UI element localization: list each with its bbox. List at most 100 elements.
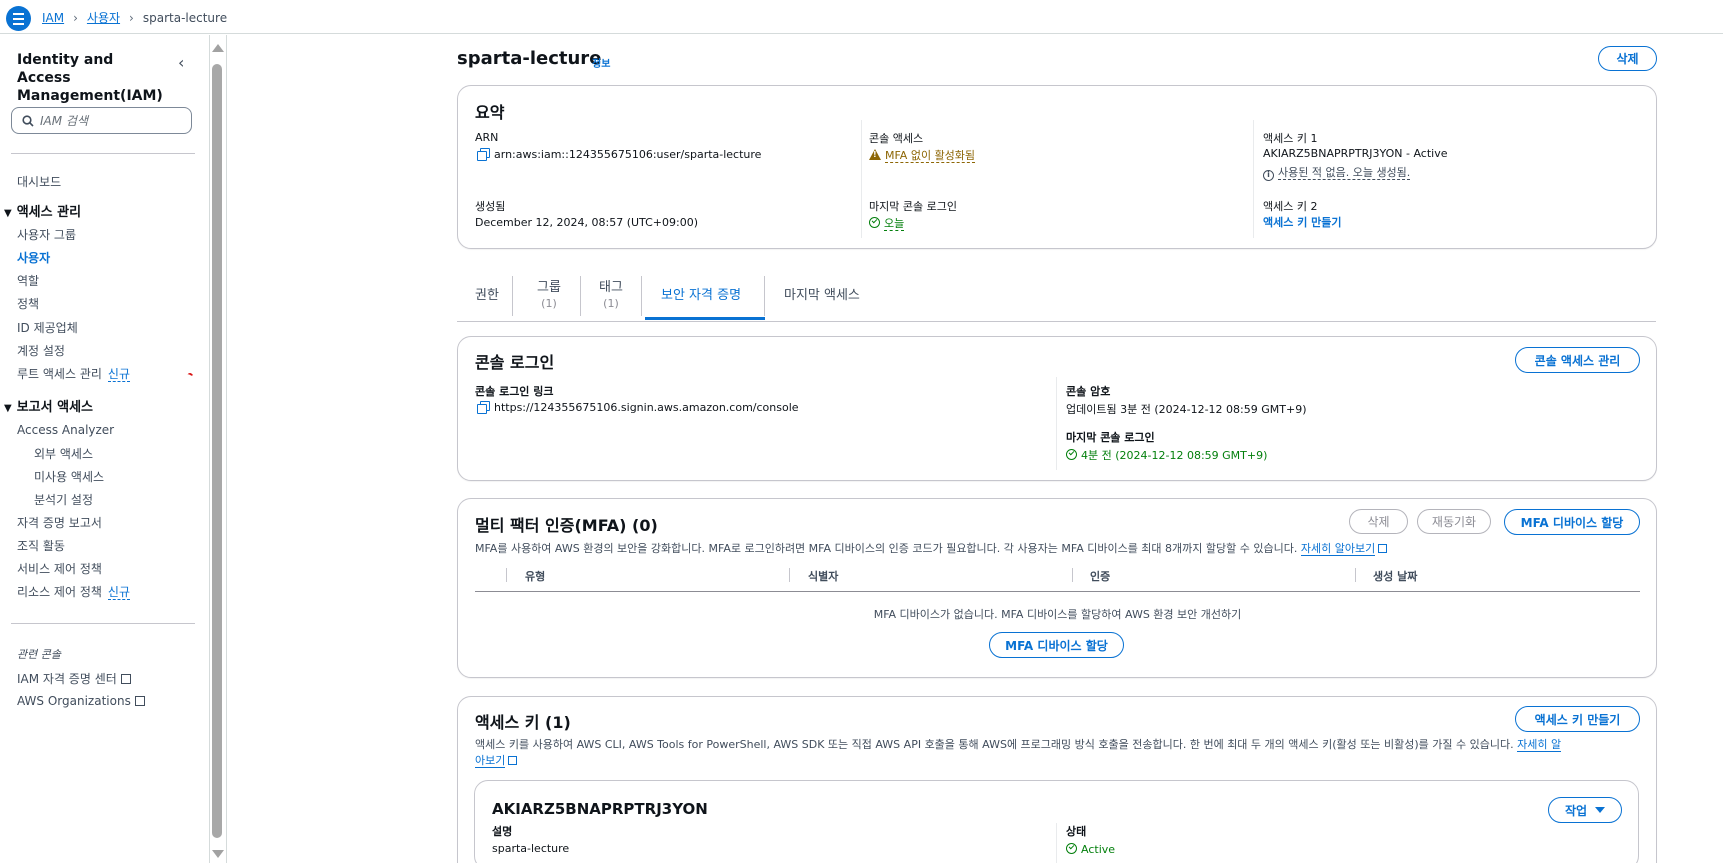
console-access-label: 콘솔 액세스 (869, 132, 924, 145)
scroll-thumb[interactable] (212, 64, 222, 838)
active-tab-indicator (645, 317, 765, 320)
sidebar-item-org-activity[interactable]: 조직 활동 (17, 537, 65, 554)
sidebar-item-rcp[interactable]: 리소스 제어 정책 신규 (17, 583, 131, 600)
tab-permissions[interactable]: 권한 (475, 284, 499, 303)
breadcrumb-users[interactable]: 사용자 (87, 9, 120, 26)
breadcrumb-iam[interactable]: IAM (42, 11, 64, 25)
divider (11, 623, 195, 624)
access-key-id: AKIARZ5BNAPRPTRJ3YON (492, 800, 708, 818)
manage-console-access-button[interactable]: 콘솔 액세스 관리 (1515, 347, 1640, 373)
sidebar-scrollbar[interactable] (210, 44, 224, 862)
menu-icon[interactable] (6, 6, 31, 31)
sidebar-item-policies[interactable]: 정책 (17, 295, 39, 312)
mfa-empty-state: MFA 디바이스가 없습니다. MFA 디바이스를 할당하여 AWS 환경 보안… (873, 608, 1242, 621)
info-circle-icon: i (1263, 170, 1274, 181)
scroll-down-icon[interactable] (212, 850, 224, 858)
sidebar-item-account-settings[interactable]: 계정 설정 (17, 342, 65, 359)
divider (580, 276, 581, 316)
sidebar-item-credential-report[interactable]: 자격 증명 보고서 (17, 514, 102, 531)
scroll-up-icon[interactable] (212, 44, 224, 52)
tab-tags[interactable]: 태그 (1) (599, 276, 623, 310)
sidebar-search-input[interactable] (40, 113, 180, 128)
console-link-value: https://124355675106.signin.aws.amazon.c… (477, 400, 799, 414)
assign-mfa-empty-button[interactable]: MFA 디바이스 할당 (989, 632, 1124, 658)
sidebar-item-organizations[interactable]: AWS Organizations (17, 694, 145, 708)
divider (1253, 120, 1254, 238)
new-badge: 신규 (107, 367, 131, 382)
warning-icon (869, 149, 881, 160)
column-identifier[interactable]: 식별자 (808, 568, 838, 584)
sidebar-search[interactable] (11, 107, 192, 134)
column-certification[interactable]: 인증 (1090, 568, 1110, 584)
arn-value: arn:aws:iam::124355675106:user/sparta-le… (477, 147, 761, 161)
sidebar-item-unused-access[interactable]: 미사용 액세스 (34, 468, 104, 485)
sidebar-item-external-access[interactable]: 외부 액세스 (34, 445, 93, 462)
sidebar-section-reports[interactable]: ▼ 보고서 액세스 (4, 396, 93, 415)
copy-icon[interactable] (477, 148, 490, 161)
sidebar-item-identity-center[interactable]: IAM 자격 증명 센터 (17, 670, 131, 687)
chevron-right-icon: › (73, 10, 78, 25)
create-access-key-link[interactable]: 액세스 키 만들기 (1263, 214, 1342, 230)
sidebar-item-identity-providers[interactable]: ID 제공업체 (17, 319, 78, 336)
access-key-1-label: 액세스 키 1 (1263, 132, 1318, 145)
new-badge: 신규 (107, 585, 131, 600)
check-circle-icon (1066, 843, 1077, 854)
assign-mfa-button[interactable]: MFA 디바이스 할당 (1504, 509, 1640, 535)
sidebar-item-dashboard[interactable]: 대시보드 (17, 173, 61, 190)
check-circle-icon (869, 217, 880, 228)
sidebar-item-root-access[interactable]: 루트 액세스 관리 신규 (17, 365, 131, 382)
check-circle-icon (1066, 449, 1077, 460)
create-access-key-button[interactable]: 액세스 키 만들기 (1515, 706, 1640, 732)
divider (789, 568, 790, 582)
info-link[interactable]: 정보 (592, 55, 610, 70)
sidebar-item-scp[interactable]: 서비스 제어 정책 (17, 560, 102, 577)
mfa-delete-button[interactable]: 삭제 (1349, 509, 1408, 534)
last-console-login-label: 마지막 콘솔 로그인 (869, 200, 957, 213)
actions-button[interactable]: 작업 (1548, 797, 1622, 823)
tab-last-accessed[interactable]: 마지막 액세스 (784, 284, 860, 303)
delete-user-button[interactable]: 삭제 (1598, 46, 1657, 71)
sidebar-item-roles[interactable]: 역할 (17, 272, 39, 289)
tab-groups[interactable]: 그룹 (1) (537, 276, 561, 310)
key-description-label: 설명 (492, 825, 513, 838)
sidebar-item-users[interactable]: 사용자 (17, 249, 50, 266)
sidebar-item-access-analyzer[interactable]: Access Analyzer (17, 423, 114, 437)
sidebar: Identity and Access Management(IAM) ‹ 대시… (0, 35, 210, 863)
sidebar-section-access[interactable]: ▼ 액세스 관리 (4, 201, 81, 220)
external-link-icon (134, 696, 145, 706)
divider (512, 276, 513, 316)
collapse-sidebar-icon[interactable]: ‹ (178, 53, 184, 72)
last-console-login-value[interactable]: 오늘 (869, 215, 905, 231)
notification-mark-icon (185, 371, 195, 381)
key-status-value: Active (1066, 842, 1115, 856)
caret-down-icon: ▼ (4, 403, 12, 414)
divider (226, 35, 227, 863)
mfa-learn-more-link[interactable]: 자세히 알아보기 (1300, 542, 1376, 556)
tab-security-credentials[interactable]: 보안 자격 증명 (661, 284, 741, 303)
sidebar-item-analyzer-settings[interactable]: 분석기 설정 (34, 491, 93, 508)
external-link-icon (120, 674, 131, 684)
page-title: sparta-lecture (457, 48, 602, 69)
access-key-2-label: 액세스 키 2 (1263, 200, 1318, 213)
external-link-icon (508, 756, 518, 765)
top-bar: IAM › 사용자 › sparta-lecture (0, 0, 1723, 34)
console-password-value: 업데이트됨 3분 전 (2024-12-12 08:59 GMT+9) (1066, 403, 1307, 416)
divider (1355, 568, 1356, 582)
search-icon (22, 114, 34, 127)
console-login-title: 콘솔 로그인 (475, 353, 555, 372)
caret-down-icon (1595, 807, 1606, 813)
sidebar-item-user-groups[interactable]: 사용자 그룹 (17, 226, 76, 243)
access-key-1-note[interactable]: i 사용된 적 없음. 오늘 생성됨. (1263, 164, 1411, 181)
divider (1056, 823, 1057, 863)
console-access-value[interactable]: MFA 없이 활성화됨 (869, 147, 976, 163)
mfa-resync-button[interactable]: 재동기화 (1417, 509, 1491, 534)
access-key-1-value: AKIARZ5BNAPRPTRJ3YON - Active (1263, 147, 1448, 160)
access-keys-title: 액세스 키 (1) (475, 713, 571, 732)
column-created-date[interactable]: 생성 날짜 (1373, 568, 1417, 584)
column-type[interactable]: 유형 (525, 568, 545, 584)
copy-icon[interactable] (477, 401, 490, 414)
key-status-label: 상태 (1066, 825, 1087, 838)
console-link-label: 콘솔 로그인 링크 (475, 385, 554, 398)
created-value: December 12, 2024, 08:57 (UTC+09:00) (475, 216, 699, 229)
key-description-value: sparta-lecture (492, 842, 570, 855)
